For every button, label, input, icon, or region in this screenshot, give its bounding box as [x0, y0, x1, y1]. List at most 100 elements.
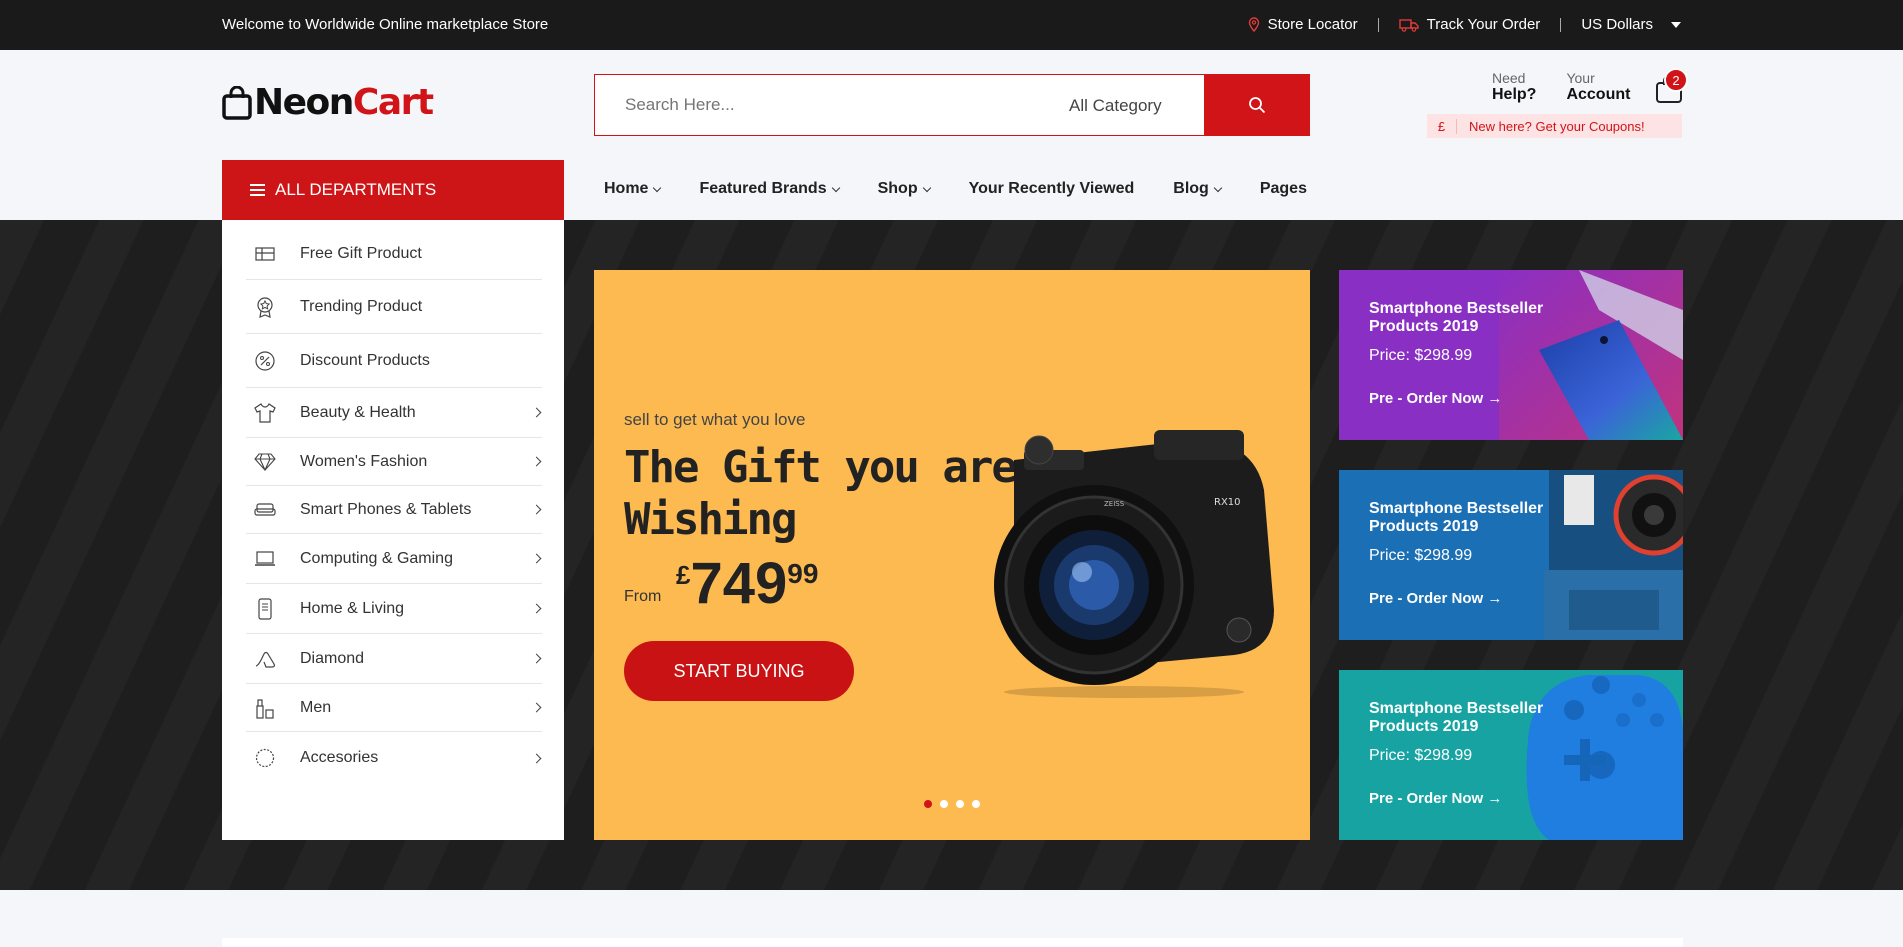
gift-card-icon [254, 243, 276, 265]
sidebar-item-beauty-health[interactable]: Beauty & Health [246, 388, 542, 438]
shopping-bag-icon [222, 85, 252, 120]
account-value: Account [1566, 86, 1631, 103]
divider [1377, 17, 1379, 32]
sidebar-item-label: Women's Fashion [300, 452, 428, 470]
pre-order-link[interactable]: Pre - Order Now → [1369, 590, 1502, 607]
coupon-text: New here? Get your Coupons! [1469, 118, 1645, 134]
carousel-dot[interactable] [940, 800, 948, 808]
sidebar-item-diamond[interactable]: Diamond [246, 634, 542, 684]
next-section-card [222, 938, 1683, 947]
sidebar-item-home-living[interactable]: Home & Living [246, 584, 542, 634]
sidebar-item-label: Free Gift Product [300, 244, 422, 262]
heel-icon [254, 648, 276, 670]
sidebar-item-men[interactable]: Men [246, 684, 542, 732]
logo-text-neon: Neon [254, 82, 354, 123]
sidebar-item-computing[interactable]: Computing & Gaming [246, 534, 542, 584]
carousel-dot-active[interactable] [924, 800, 932, 808]
nav-featured-brands[interactable]: Featured Brands [699, 180, 840, 198]
currency-dropdown[interactable]: US Dollars [1581, 16, 1681, 33]
laptop-icon [254, 548, 276, 570]
caret-down-icon [1671, 21, 1681, 28]
truck-icon [1398, 18, 1419, 32]
search-icon [1249, 97, 1266, 114]
search-button[interactable] [1204, 74, 1310, 136]
carousel-dot[interactable] [972, 800, 980, 808]
track-order-link[interactable]: Track Your Order [1398, 16, 1541, 33]
promo-price: Price: $298.99 [1369, 747, 1473, 764]
sidebar-item-label: Home & Living [300, 599, 405, 617]
nav-shop[interactable]: Shop [877, 180, 931, 198]
cosmetics-icon [254, 697, 276, 719]
chevron-down-icon [653, 183, 662, 192]
main-nav: Home Featured Brands Shop Your Recently … [604, 180, 1346, 198]
cart-count-badge: 2 [1664, 68, 1688, 92]
help-link[interactable]: Need Help? [1492, 70, 1536, 104]
carousel-dot[interactable] [956, 800, 964, 808]
logo-text-cart: Cart [352, 82, 434, 123]
sidebar-item-label: Computing & Gaming [300, 549, 453, 567]
nav-recently-viewed[interactable]: Your Recently Viewed [969, 180, 1135, 198]
search-input[interactable] [595, 95, 1035, 115]
search-bar: All Category [594, 74, 1310, 136]
start-buying-button[interactable]: START BUYING [624, 641, 854, 701]
category-select[interactable]: All Category [1069, 96, 1162, 116]
chevron-right-icon [531, 753, 542, 763]
banner-subtitle: sell to get what you love [624, 410, 806, 429]
sidebar-item-womens-fashion[interactable]: Women's Fashion [246, 438, 542, 486]
necklace-icon [254, 747, 276, 769]
promo-price: Price: $298.99 [1369, 347, 1473, 364]
sidebar-item-label: Trending Product [300, 297, 423, 315]
pre-order-link[interactable]: Pre - Order Now → [1369, 390, 1502, 407]
sidebar-item-smart-phones[interactable]: Smart Phones & Tablets [246, 486, 542, 534]
store-locator-link[interactable]: Store Locator [1248, 16, 1358, 33]
sidebar-item-label: Discount Products [300, 351, 430, 369]
nav-blog-label: Blog [1173, 180, 1209, 197]
promo-card-camera[interactable]: Smartphone Bestseller Products 2019 Pric… [1339, 470, 1683, 640]
account-area: Need Help? Your Account [1492, 70, 1630, 104]
sidebar-item-label: Diamond [300, 649, 365, 667]
divider [1560, 17, 1562, 32]
promo-card-controller[interactable]: Smartphone Bestseller Products 2019 Pric… [1339, 670, 1683, 840]
chevron-down-icon [922, 183, 931, 192]
hero-banner[interactable]: sell to get what you love The Gift you a… [594, 270, 1310, 840]
track-order-label: Track Your Order [1426, 16, 1541, 33]
badge-star-icon [254, 296, 276, 318]
price-main: 749 [690, 551, 788, 616]
nav-recently-viewed-label: Your Recently Viewed [968, 180, 1135, 197]
svg-text:RX10: RX10 [1214, 497, 1241, 508]
nav-pages-label: Pages [1259, 180, 1307, 197]
sidebar-item-discount[interactable]: Discount Products [246, 334, 542, 388]
sidebar-item-accesories[interactable]: Accesories [246, 732, 542, 784]
promo-title: Smartphone Bestseller Products 2019 [1369, 700, 1544, 735]
chevron-right-icon [531, 504, 542, 515]
shirt-icon [254, 402, 276, 424]
pre-order-link[interactable]: Pre - Order Now → [1369, 790, 1502, 807]
sidebar-item-free-gift[interactable]: Free Gift Product [246, 228, 542, 280]
promo-card-smartphone[interactable]: Smartphone Bestseller Products 2019 Pric… [1339, 270, 1683, 440]
chevron-right-icon [531, 702, 542, 713]
nav-shop-label: Shop [877, 180, 918, 197]
sidebar-item-label: Beauty & Health [300, 403, 416, 421]
nav-home[interactable]: Home [604, 180, 662, 198]
sidebar-item-trending[interactable]: Trending Product [246, 280, 542, 334]
all-departments-button[interactable]: ALL DEPARTMENTS [222, 160, 564, 220]
percent-badge-icon [254, 350, 276, 372]
banner-price: £ 749 99 [676, 552, 818, 616]
coupon-banner[interactable]: £ New here? Get your Coupons! [1427, 114, 1682, 138]
help-value: Help? [1492, 86, 1537, 103]
nav-blog[interactable]: Blog [1173, 180, 1223, 198]
top-bar: Welcome to Worldwide Online marketplace … [0, 0, 1903, 50]
logo[interactable]: Neon Cart [222, 82, 434, 123]
account-link[interactable]: Your Account [1566, 70, 1630, 104]
nav-pages[interactable]: Pages [1260, 180, 1307, 198]
sidebar-item-label: Accesories [300, 749, 379, 766]
svg-text:ZEISS: ZEISS [1104, 500, 1125, 508]
chevron-right-icon [531, 603, 542, 614]
chevron-right-icon [531, 407, 542, 418]
phone-icon [254, 597, 276, 620]
currency-label: US Dollars [1581, 16, 1653, 33]
sidebar-item-label: Smart Phones & Tablets [300, 500, 472, 518]
promo-title: Smartphone Bestseller Products 2019 [1369, 500, 1544, 535]
promo-price: Price: $298.99 [1369, 547, 1473, 564]
sidebar-item-label: Men [300, 698, 332, 716]
